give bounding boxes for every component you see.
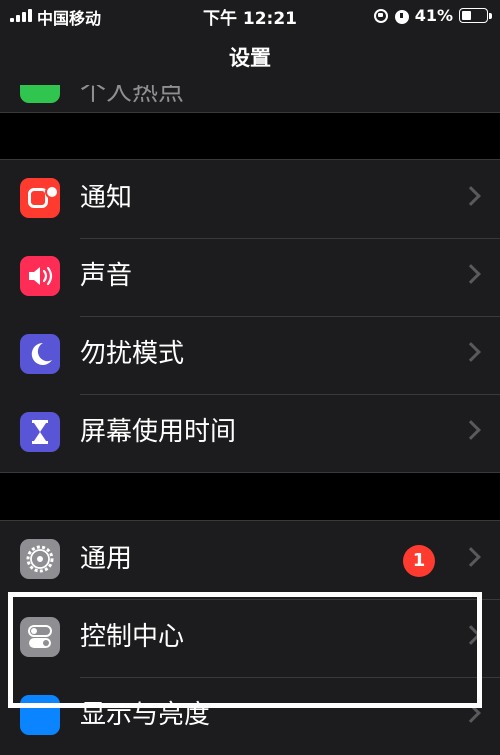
item-label: 声音 <box>80 261 133 291</box>
list-item-label: 个人热点 <box>80 85 185 107</box>
page-title: 设置 <box>229 46 271 70</box>
notification-badge: 1 <box>403 545 435 577</box>
chevron-right-icon <box>461 625 481 645</box>
settings-item-control-center[interactable]: 控制中心 <box>0 599 500 677</box>
alarm-icon <box>394 8 409 24</box>
chevron-right-icon <box>461 342 481 362</box>
settings-group-1: 通知 声音 勿扰模式 屏幕使用时间 <box>0 159 500 473</box>
battery-icon <box>459 7 492 23</box>
settings-item-do-not-disturb[interactable]: 勿扰模式 <box>0 316 500 394</box>
chevron-right-icon <box>461 420 481 440</box>
chevron-right-icon <box>461 186 481 206</box>
item-label: 通知 <box>80 183 133 213</box>
hotspot-icon <box>20 85 60 103</box>
display-icon <box>20 695 60 735</box>
status-bar: 中国移动 下午 12:21 41% <box>0 0 500 30</box>
speaker-icon <box>20 256 60 296</box>
item-label: 勿扰模式 <box>80 339 185 369</box>
navigation-bar: 设置 <box>0 30 500 85</box>
item-label: 通用 <box>80 544 133 574</box>
item-label: 显示与亮度 <box>80 700 211 730</box>
list-item-personal-hotspot[interactable]: 个人热点 <box>0 85 500 113</box>
chevron-right-icon <box>461 547 481 567</box>
settings-item-notifications[interactable]: 通知 <box>0 160 500 238</box>
chevron-right-icon <box>461 264 481 284</box>
settings-group-2: 通用 1 控制中心 显示与亮度 <box>0 520 500 755</box>
settings-item-sounds[interactable]: 声音 <box>0 238 500 316</box>
moon-icon <box>20 334 60 374</box>
gear-icon <box>20 539 60 579</box>
settings-item-screen-time[interactable]: 屏幕使用时间 <box>0 394 500 472</box>
settings-item-general[interactable]: 通用 1 <box>0 521 500 599</box>
rotation-lock-icon <box>373 8 388 23</box>
item-label: 屏幕使用时间 <box>80 417 237 447</box>
item-label: 控制中心 <box>80 622 185 652</box>
chevron-right-icon <box>461 703 481 723</box>
battery-percent: 41% <box>414 5 453 25</box>
hourglass-icon <box>20 412 60 452</box>
notification-icon <box>20 178 60 218</box>
settings-item-display-brightness[interactable]: 显示与亮度 <box>0 677 500 755</box>
toggles-icon <box>20 617 60 657</box>
